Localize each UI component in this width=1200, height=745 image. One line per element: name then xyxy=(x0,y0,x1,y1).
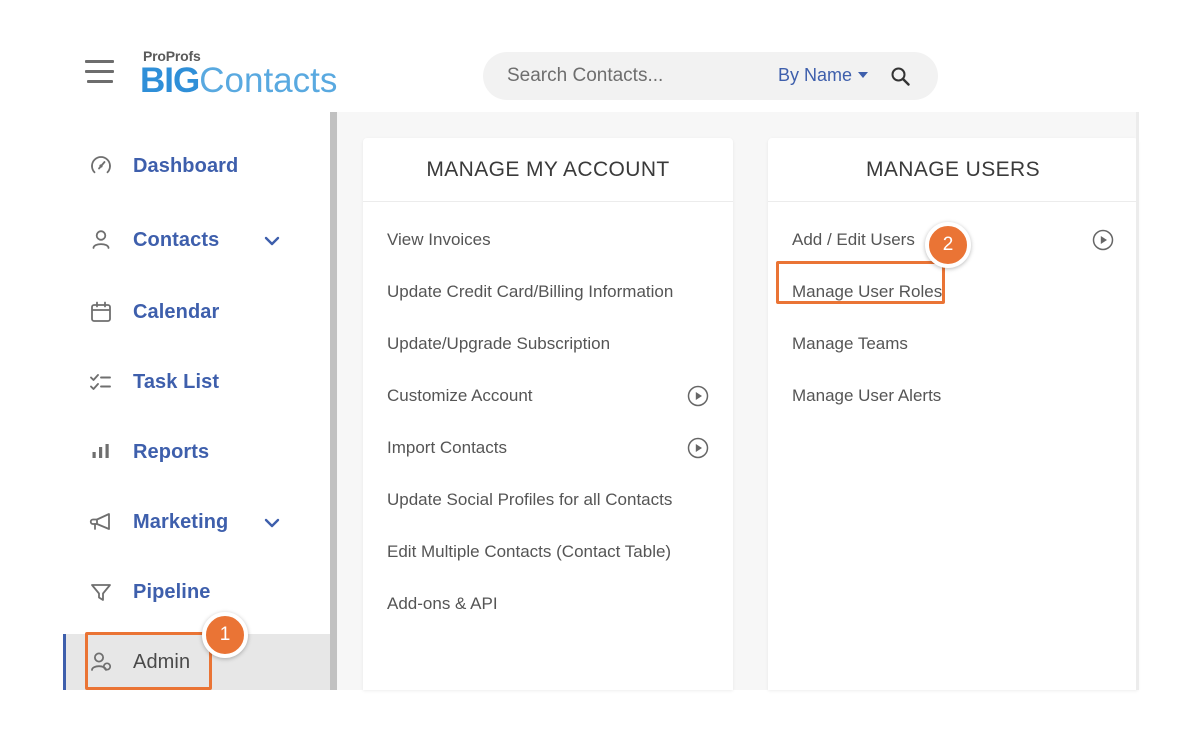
sidebar-item-dashboard[interactable]: Dashboard xyxy=(63,138,330,194)
active-accent-bar xyxy=(63,634,66,690)
app-root: ProProfs BIGContacts By Name xyxy=(0,0,1200,745)
panel-title: MANAGE MY ACCOUNT xyxy=(426,157,670,181)
bar-chart-icon xyxy=(87,438,115,466)
sidebar-item-label: Marketing xyxy=(133,510,229,533)
megaphone-icon xyxy=(87,508,115,536)
step-badge-number: 2 xyxy=(942,234,954,255)
list-item-label: Edit Multiple Contacts (Contact Table) xyxy=(387,542,672,561)
sidebar-item-label: Admin xyxy=(133,650,191,673)
list-item-label: Add-ons & API xyxy=(387,594,498,613)
app-logo[interactable]: ProProfs BIGContacts xyxy=(140,48,400,104)
sidebar-item-pipeline[interactable]: Pipeline xyxy=(63,564,330,620)
list-item-update-social-profiles[interactable]: Update Social Profiles for all Contacts xyxy=(363,474,733,526)
sidebar-item-label: Contacts xyxy=(133,228,220,251)
checklist-icon xyxy=(87,368,115,396)
chevron-down-icon[interactable] xyxy=(263,232,280,248)
top-bar: ProProfs BIGContacts By Name xyxy=(0,0,1200,112)
sidebar-item-marketing[interactable]: Marketing xyxy=(63,494,330,550)
scrollbar-thumb[interactable] xyxy=(330,112,337,690)
user-admin-icon xyxy=(87,648,115,676)
sidebar-item-label: Reports xyxy=(133,440,210,463)
funnel-icon xyxy=(87,578,115,606)
sidebar-item-contacts[interactable]: Contacts xyxy=(63,212,330,268)
panel-header: MANAGE USERS xyxy=(768,138,1138,202)
right-divider xyxy=(1136,112,1139,690)
sidebar-item-calendar[interactable]: Calendar xyxy=(63,284,330,340)
person-icon xyxy=(87,226,115,254)
play-video-icon[interactable] xyxy=(1092,229,1114,251)
list-item-label: Update Credit Card/Billing Information xyxy=(387,282,674,301)
sidebar-item-reports[interactable]: Reports xyxy=(63,424,330,480)
list-item-manage-teams[interactable]: Manage Teams xyxy=(768,318,1138,370)
chevron-down-icon[interactable] xyxy=(263,514,280,530)
search-icon[interactable] xyxy=(890,66,910,86)
panel-list: View Invoices Update Credit Card/Billing… xyxy=(363,202,733,630)
sidebar-item-label: Task List xyxy=(133,370,220,393)
list-item-manage-user-alerts[interactable]: Manage User Alerts xyxy=(768,370,1138,422)
play-video-icon[interactable] xyxy=(687,437,709,459)
list-item-view-invoices[interactable]: View Invoices xyxy=(363,214,733,266)
logo-big-text: BIG xyxy=(140,61,200,100)
list-item-customize-account[interactable]: Customize Account xyxy=(363,370,733,422)
hamburger-menu-icon[interactable] xyxy=(85,60,114,84)
sidebar-scrollbar[interactable] xyxy=(330,112,337,690)
search-filter-dropdown[interactable]: By Name xyxy=(778,65,868,86)
hamburger-bar xyxy=(85,70,114,73)
chevron-down-icon xyxy=(858,72,868,79)
logo-contacts-text: Contacts xyxy=(199,61,338,100)
list-item-import-contacts[interactable]: Import Contacts xyxy=(363,422,733,474)
list-item-addons-api[interactable]: Add-ons & API xyxy=(363,578,733,630)
sidebar-item-label: Calendar xyxy=(133,300,220,323)
list-item-label: Update Social Profiles for all Contacts xyxy=(387,490,673,509)
sidebar-item-label: Pipeline xyxy=(133,580,211,603)
search-input[interactable] xyxy=(505,52,775,100)
panel-title: MANAGE USERS xyxy=(866,157,1040,181)
hamburger-bar xyxy=(87,80,113,83)
list-item-update-subscription[interactable]: Update/Upgrade Subscription xyxy=(363,318,733,370)
list-item-label: Add / Edit Users xyxy=(792,230,915,249)
play-video-icon[interactable] xyxy=(687,385,709,407)
list-item-edit-multiple-contacts[interactable]: Edit Multiple Contacts (Contact Table) xyxy=(363,526,733,578)
panel-manage-users: MANAGE USERS Add / Edit Users Manage Use… xyxy=(768,138,1138,690)
list-item-manage-user-roles[interactable]: Manage User Roles xyxy=(768,266,1138,318)
list-item-update-credit-card[interactable]: Update Credit Card/Billing Information xyxy=(363,266,733,318)
list-item-label: View Invoices xyxy=(387,230,491,249)
hamburger-bar xyxy=(85,60,114,63)
list-item-label: Customize Account xyxy=(387,386,533,405)
list-item-label: Import Contacts xyxy=(387,438,507,457)
panel-header: MANAGE MY ACCOUNT xyxy=(363,138,733,202)
logo-bigcontacts-text: BIGContacts xyxy=(140,61,337,101)
step-badge-number: 1 xyxy=(219,624,231,645)
sidebar-item-admin[interactable]: Admin xyxy=(63,634,330,690)
calendar-icon xyxy=(87,298,115,326)
speedometer-icon xyxy=(87,152,115,180)
list-item-label: Manage User Roles xyxy=(792,282,943,301)
sidebar-item-label: Dashboard xyxy=(133,154,239,177)
sidebar-item-task-list[interactable]: Task List xyxy=(63,354,330,410)
panel-manage-my-account: MANAGE MY ACCOUNT View Invoices Update C… xyxy=(363,138,733,690)
search-bar: By Name xyxy=(483,52,938,100)
step-badge-1: 1 xyxy=(202,612,248,658)
sidebar-nav: Dashboard Contacts Calendar Task List Re… xyxy=(63,112,330,690)
list-item-label: Update/Upgrade Subscription xyxy=(387,334,611,353)
step-badge-2: 2 xyxy=(925,222,971,268)
body-area: Dashboard Contacts Calendar Task List Re… xyxy=(63,112,1138,690)
list-item-label: Manage Teams xyxy=(792,334,908,353)
search-filter-label: By Name xyxy=(777,65,852,85)
list-item-label: Manage User Alerts xyxy=(792,386,942,405)
